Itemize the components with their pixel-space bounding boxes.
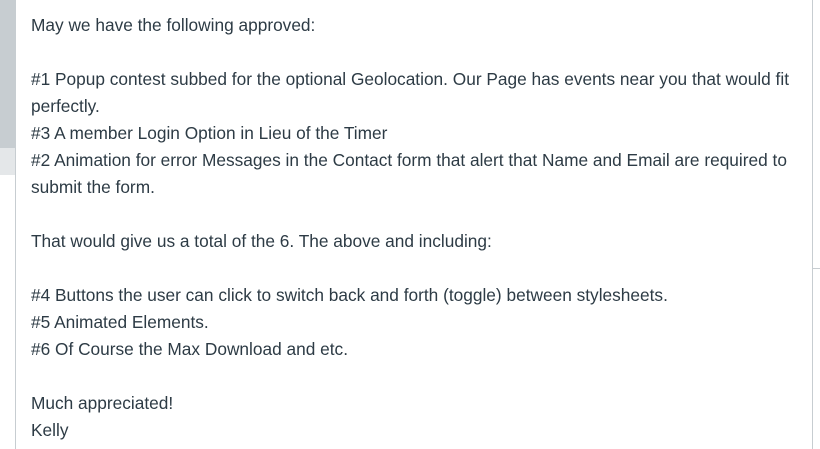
list-item: #4 Buttons the user can click to switch … [31, 285, 668, 305]
message-body: May we have the following approved: #1 P… [31, 12, 806, 444]
list-item: #3 A member Login Option in Lieu of the … [31, 123, 388, 143]
list-item: #2 Animation for error Messages in the C… [31, 150, 787, 197]
list-item: #1 Popup contest subbed for the optional… [31, 69, 789, 116]
list-item: #6 Of Course the Max Download and etc. [31, 339, 348, 359]
scrollbar-thumb[interactable] [813, 0, 820, 269]
scrollbar[interactable] [812, 0, 820, 449]
left-gutter-band-top [0, 0, 15, 148]
summary-text: That would give us a total of the 6. The… [31, 231, 492, 251]
left-gutter-band-mid [0, 148, 15, 175]
signature-text: Kelly [31, 420, 69, 440]
list-item: #5 Animated Elements. [31, 312, 209, 332]
greeting-text: May we have the following approved: [31, 15, 316, 35]
left-gutter [0, 0, 16, 449]
closing-text: Much appreciated! [31, 393, 174, 413]
